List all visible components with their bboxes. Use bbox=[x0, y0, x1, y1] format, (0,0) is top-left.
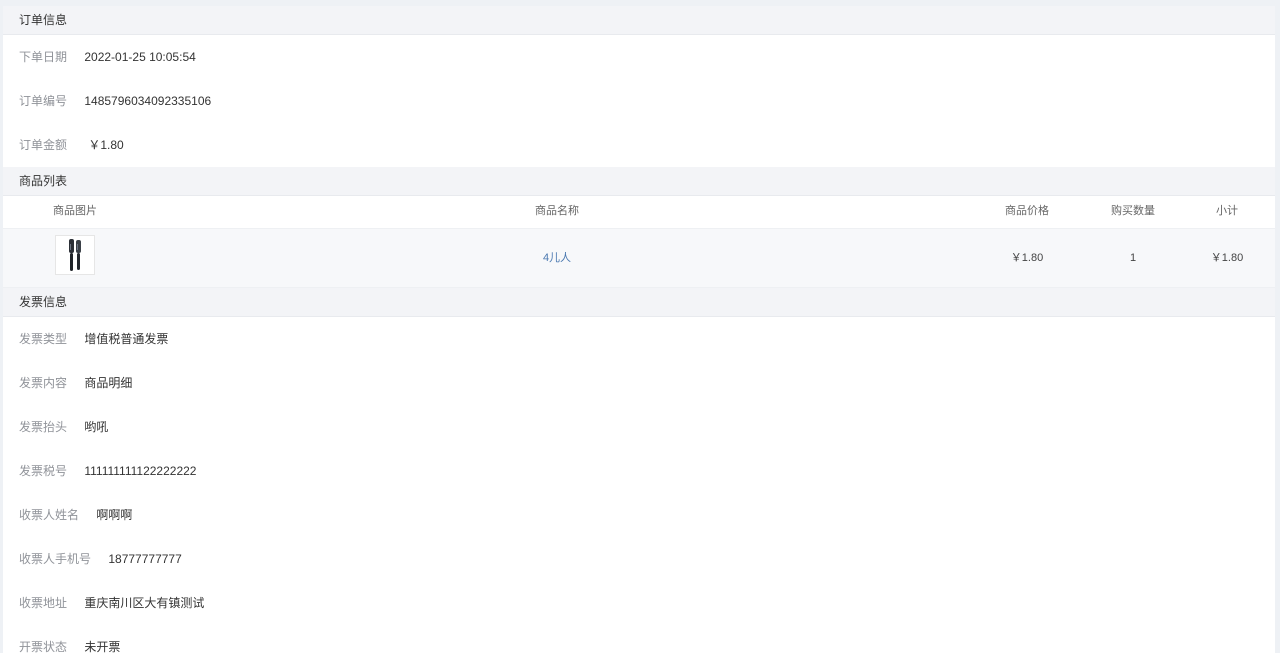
invoice-title-row: 发票抬头 哟吼 bbox=[3, 405, 1275, 449]
order-amount-value: ￥1.80 bbox=[88, 138, 124, 152]
column-name: 商品名称 bbox=[535, 205, 579, 217]
order-detail-panel: 订单信息 下单日期 2022-01-25 10:05:54 订单编号 14857… bbox=[3, 6, 1275, 653]
product-table-header: 商品图片 商品名称 商品价格 购买数量 小计 bbox=[3, 196, 1275, 229]
product-quantity: 1 bbox=[1129, 252, 1137, 264]
column-quantity: 购买数量 bbox=[1111, 205, 1155, 217]
order-number-label: 订单编号 bbox=[19, 94, 68, 108]
invoice-type-row: 发票类型 增值税普通发票 bbox=[3, 317, 1275, 361]
invoice-tax-number-label: 发票税号 bbox=[19, 464, 68, 478]
invoice-content-row: 发票内容 商品明细 bbox=[3, 361, 1275, 405]
recipient-phone-value: 18777777777 bbox=[108, 552, 182, 566]
invoice-tax-number-value: 111111111122222222 bbox=[84, 464, 197, 478]
table-row: 4儿人 ￥1.80 1 ￥1.80 bbox=[3, 229, 1275, 288]
invoice-info-header: 发票信息 bbox=[3, 288, 1275, 317]
recipient-name-row: 收票人姓名 啊啊啊 bbox=[3, 493, 1275, 537]
product-name-link[interactable]: 4儿人 bbox=[457, 229, 657, 287]
product-thumbnail-icon[interactable] bbox=[55, 235, 95, 275]
invoice-status-row: 开票状态 未开票 bbox=[3, 625, 1275, 653]
order-info-header: 订单信息 bbox=[3, 6, 1275, 35]
invoice-title-label: 发票抬头 bbox=[19, 420, 68, 434]
recipient-name-label: 收票人姓名 bbox=[19, 508, 80, 522]
invoice-title-value: 哟吼 bbox=[84, 420, 109, 434]
invoice-content-label: 发票内容 bbox=[19, 376, 68, 390]
order-date-label: 下单日期 bbox=[19, 50, 68, 64]
order-date-row: 下单日期 2022-01-25 10:05:54 bbox=[3, 35, 1275, 79]
column-image: 商品图片 bbox=[53, 205, 97, 217]
invoice-type-label: 发票类型 bbox=[19, 332, 68, 346]
invoice-tax-number-row: 发票税号 111111111122222222 bbox=[3, 449, 1275, 493]
invoice-content-value: 商品明细 bbox=[84, 376, 133, 390]
product-price: ￥1.80 bbox=[1010, 252, 1044, 264]
order-amount-label: 订单金额 bbox=[19, 138, 68, 152]
recipient-name-value: 啊啊啊 bbox=[96, 508, 133, 522]
recipient-address-label: 收票地址 bbox=[19, 596, 68, 610]
product-list-header: 商品列表 bbox=[3, 167, 1275, 196]
column-subtotal: 小计 bbox=[1216, 205, 1238, 217]
recipient-phone-label: 收票人手机号 bbox=[19, 552, 92, 566]
invoice-status-value: 未开票 bbox=[84, 640, 121, 653]
order-number-value: 1485796034092335106 bbox=[84, 94, 212, 108]
order-number-row: 订单编号 1485796034092335106 bbox=[3, 79, 1275, 123]
recipient-phone-row: 收票人手机号 18777777777 bbox=[3, 537, 1275, 581]
recipient-address-value: 重庆南川区大有镇测试 bbox=[84, 596, 205, 610]
invoice-status-label: 开票状态 bbox=[19, 640, 68, 653]
order-amount-row: 订单金额 ￥1.80 bbox=[3, 123, 1275, 167]
invoice-type-value: 增值税普通发票 bbox=[84, 332, 169, 346]
column-price: 商品价格 bbox=[1005, 205, 1049, 217]
product-subtotal: ￥1.80 bbox=[1210, 252, 1244, 264]
order-date-value: 2022-01-25 10:05:54 bbox=[84, 50, 196, 64]
recipient-address-row: 收票地址 重庆南川区大有镇测试 bbox=[3, 581, 1275, 625]
